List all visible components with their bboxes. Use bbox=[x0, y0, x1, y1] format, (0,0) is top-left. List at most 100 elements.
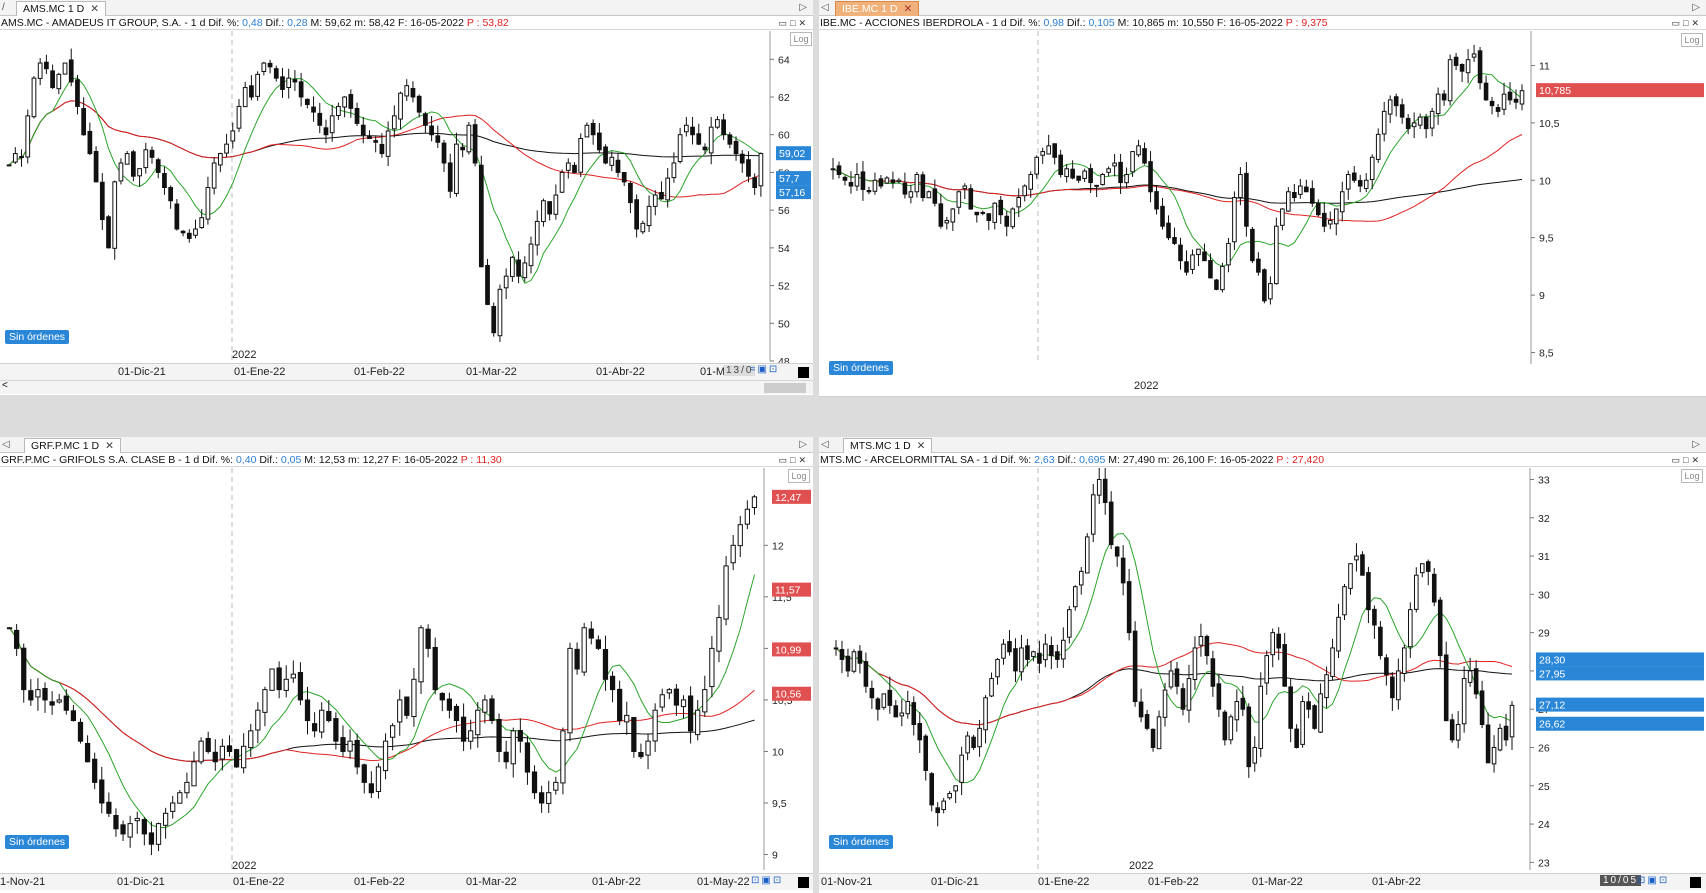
candle[interactable] bbox=[118, 158, 124, 185]
candle[interactable] bbox=[423, 111, 428, 134]
candle[interactable] bbox=[468, 719, 474, 750]
chevron-right-icon[interactable]: ▷ bbox=[1692, 437, 1700, 453]
candle[interactable] bbox=[559, 169, 565, 194]
candle[interactable] bbox=[212, 739, 218, 771]
candle[interactable] bbox=[744, 500, 750, 530]
candle[interactable] bbox=[1222, 709, 1228, 746]
candle[interactable] bbox=[342, 96, 347, 118]
candle[interactable] bbox=[1046, 134, 1051, 155]
candle[interactable] bbox=[489, 695, 495, 725]
candle[interactable] bbox=[696, 123, 702, 146]
scrollbar-thumb[interactable] bbox=[764, 383, 806, 393]
candle[interactable] bbox=[863, 652, 869, 693]
candle[interactable] bbox=[733, 136, 739, 161]
candle[interactable] bbox=[1013, 638, 1018, 683]
close-icon[interactable]: ✕ bbox=[105, 440, 114, 452]
candle[interactable] bbox=[1339, 181, 1345, 222]
candle[interactable] bbox=[1108, 491, 1114, 550]
candle[interactable] bbox=[659, 688, 665, 712]
candle[interactable] bbox=[92, 752, 98, 790]
candle[interactable] bbox=[1138, 688, 1144, 723]
chart-controls[interactable]: ⊡▣⊡ bbox=[751, 875, 783, 886]
candle[interactable] bbox=[1132, 621, 1138, 707]
candle[interactable] bbox=[21, 643, 27, 703]
candle[interactable] bbox=[1491, 735, 1497, 773]
candle[interactable] bbox=[1196, 248, 1201, 267]
candle[interactable] bbox=[1226, 237, 1231, 273]
candle[interactable] bbox=[460, 703, 467, 752]
candle[interactable] bbox=[1214, 278, 1219, 291]
candle[interactable] bbox=[425, 624, 431, 658]
candle[interactable] bbox=[624, 701, 630, 735]
candle[interactable] bbox=[106, 215, 111, 249]
candle[interactable] bbox=[1106, 166, 1111, 177]
candle[interactable] bbox=[1010, 207, 1016, 230]
candle[interactable] bbox=[280, 67, 285, 98]
candle[interactable] bbox=[198, 737, 204, 765]
candle[interactable] bbox=[652, 703, 658, 753]
candle[interactable] bbox=[1022, 184, 1028, 202]
candle[interactable] bbox=[453, 703, 460, 733]
candle[interactable] bbox=[546, 780, 552, 813]
window-buttons[interactable]: ▭□✕ bbox=[1672, 16, 1702, 30]
candle[interactable] bbox=[482, 694, 488, 724]
candle[interactable] bbox=[1150, 728, 1156, 752]
candle[interactable] bbox=[1274, 217, 1279, 285]
tab-mts[interactable]: MTS.MC 1 D ✕ bbox=[843, 438, 933, 453]
candle[interactable] bbox=[640, 220, 646, 235]
candle[interactable] bbox=[134, 811, 140, 834]
candle[interactable] bbox=[683, 116, 689, 137]
candle[interactable] bbox=[1366, 566, 1371, 624]
candle[interactable] bbox=[510, 727, 516, 778]
candle[interactable] bbox=[1136, 139, 1141, 158]
candle[interactable] bbox=[416, 94, 422, 118]
candle[interactable] bbox=[727, 132, 733, 149]
candle[interactable] bbox=[1186, 664, 1192, 723]
candle[interactable] bbox=[1238, 167, 1243, 206]
candle[interactable] bbox=[211, 157, 217, 195]
candle[interactable] bbox=[737, 515, 743, 557]
candle[interactable] bbox=[1453, 52, 1459, 71]
candle[interactable] bbox=[553, 776, 559, 795]
candle[interactable] bbox=[1216, 675, 1222, 717]
candle[interactable] bbox=[1342, 584, 1347, 620]
candle[interactable] bbox=[1276, 627, 1281, 661]
candle[interactable] bbox=[517, 718, 523, 753]
candle[interactable] bbox=[1004, 211, 1010, 237]
candle[interactable] bbox=[721, 113, 726, 140]
candle[interactable] bbox=[1425, 559, 1431, 586]
candle[interactable] bbox=[695, 699, 701, 741]
candle[interactable] bbox=[1286, 187, 1291, 212]
candle[interactable] bbox=[944, 216, 950, 230]
candle[interactable] bbox=[1061, 627, 1066, 668]
candle[interactable] bbox=[1202, 243, 1207, 262]
candle[interactable] bbox=[373, 136, 379, 153]
candle[interactable] bbox=[496, 713, 502, 763]
candle[interactable] bbox=[292, 70, 298, 91]
candle[interactable] bbox=[398, 91, 403, 130]
candle[interactable] bbox=[1509, 701, 1515, 750]
candle[interactable] bbox=[155, 822, 162, 852]
candle[interactable] bbox=[953, 785, 958, 804]
candle[interactable] bbox=[1483, 75, 1489, 101]
candle[interactable] bbox=[84, 735, 91, 763]
candle[interactable] bbox=[1280, 208, 1285, 231]
chevron-left-icon[interactable]: ◁ bbox=[821, 0, 829, 16]
candle[interactable] bbox=[1417, 113, 1423, 129]
candle[interactable] bbox=[1126, 568, 1132, 641]
candle[interactable] bbox=[435, 125, 441, 149]
candle[interactable] bbox=[1375, 128, 1381, 163]
candle[interactable] bbox=[1423, 113, 1429, 139]
candle[interactable] bbox=[174, 199, 180, 231]
candle[interactable] bbox=[677, 127, 683, 164]
candle[interactable] bbox=[911, 696, 917, 736]
candle[interactable] bbox=[869, 680, 875, 709]
horizontal-scrollbar[interactable]: < bbox=[0, 380, 813, 394]
candle[interactable] bbox=[1471, 44, 1477, 62]
candle[interactable] bbox=[1336, 603, 1341, 659]
candle[interactable] bbox=[1168, 660, 1174, 690]
candle[interactable] bbox=[687, 686, 694, 744]
candle[interactable] bbox=[1228, 714, 1234, 745]
candle[interactable] bbox=[472, 118, 478, 167]
candle[interactable] bbox=[249, 75, 254, 101]
